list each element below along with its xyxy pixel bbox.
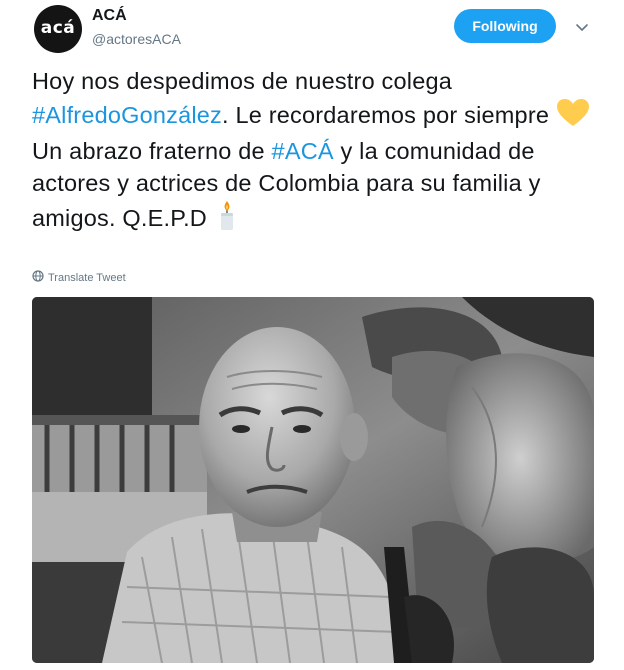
tweet-text: Hoy nos despedimos de nuestro colega #Al… (32, 66, 602, 240)
tweet-text-part: Un abrazo fraterno de (32, 138, 272, 164)
yellow-heart-icon (556, 98, 590, 137)
hashtag-link-aca[interactable]: #ACÁ (272, 138, 334, 164)
tweet-photo[interactable] (32, 297, 594, 663)
tweet-photo-image (32, 297, 594, 663)
tweet-card: acá ACÁ @actoresACA Following Hoy nos de… (0, 0, 624, 670)
hashtag-link-alfredo[interactable]: #AlfredoGonzález (32, 102, 222, 128)
tweet-text-part: . Le recordaremos por siempre (222, 101, 556, 128)
translate-tweet-link[interactable]: Translate Tweet (32, 270, 126, 285)
avatar[interactable]: acá (34, 5, 82, 53)
following-button[interactable]: Following (454, 9, 556, 43)
avatar-logo-text: acá (40, 18, 76, 38)
tweet-text-part: Hoy nos despedimos de nuestro colega (32, 68, 453, 94)
translate-label: Translate Tweet (48, 271, 126, 284)
chevron-down-icon[interactable] (572, 17, 592, 37)
candle-icon (214, 199, 240, 240)
globe-icon (32, 270, 44, 285)
display-name[interactable]: ACÁ (92, 7, 127, 25)
user-handle[interactable]: @actoresACA (92, 31, 181, 47)
